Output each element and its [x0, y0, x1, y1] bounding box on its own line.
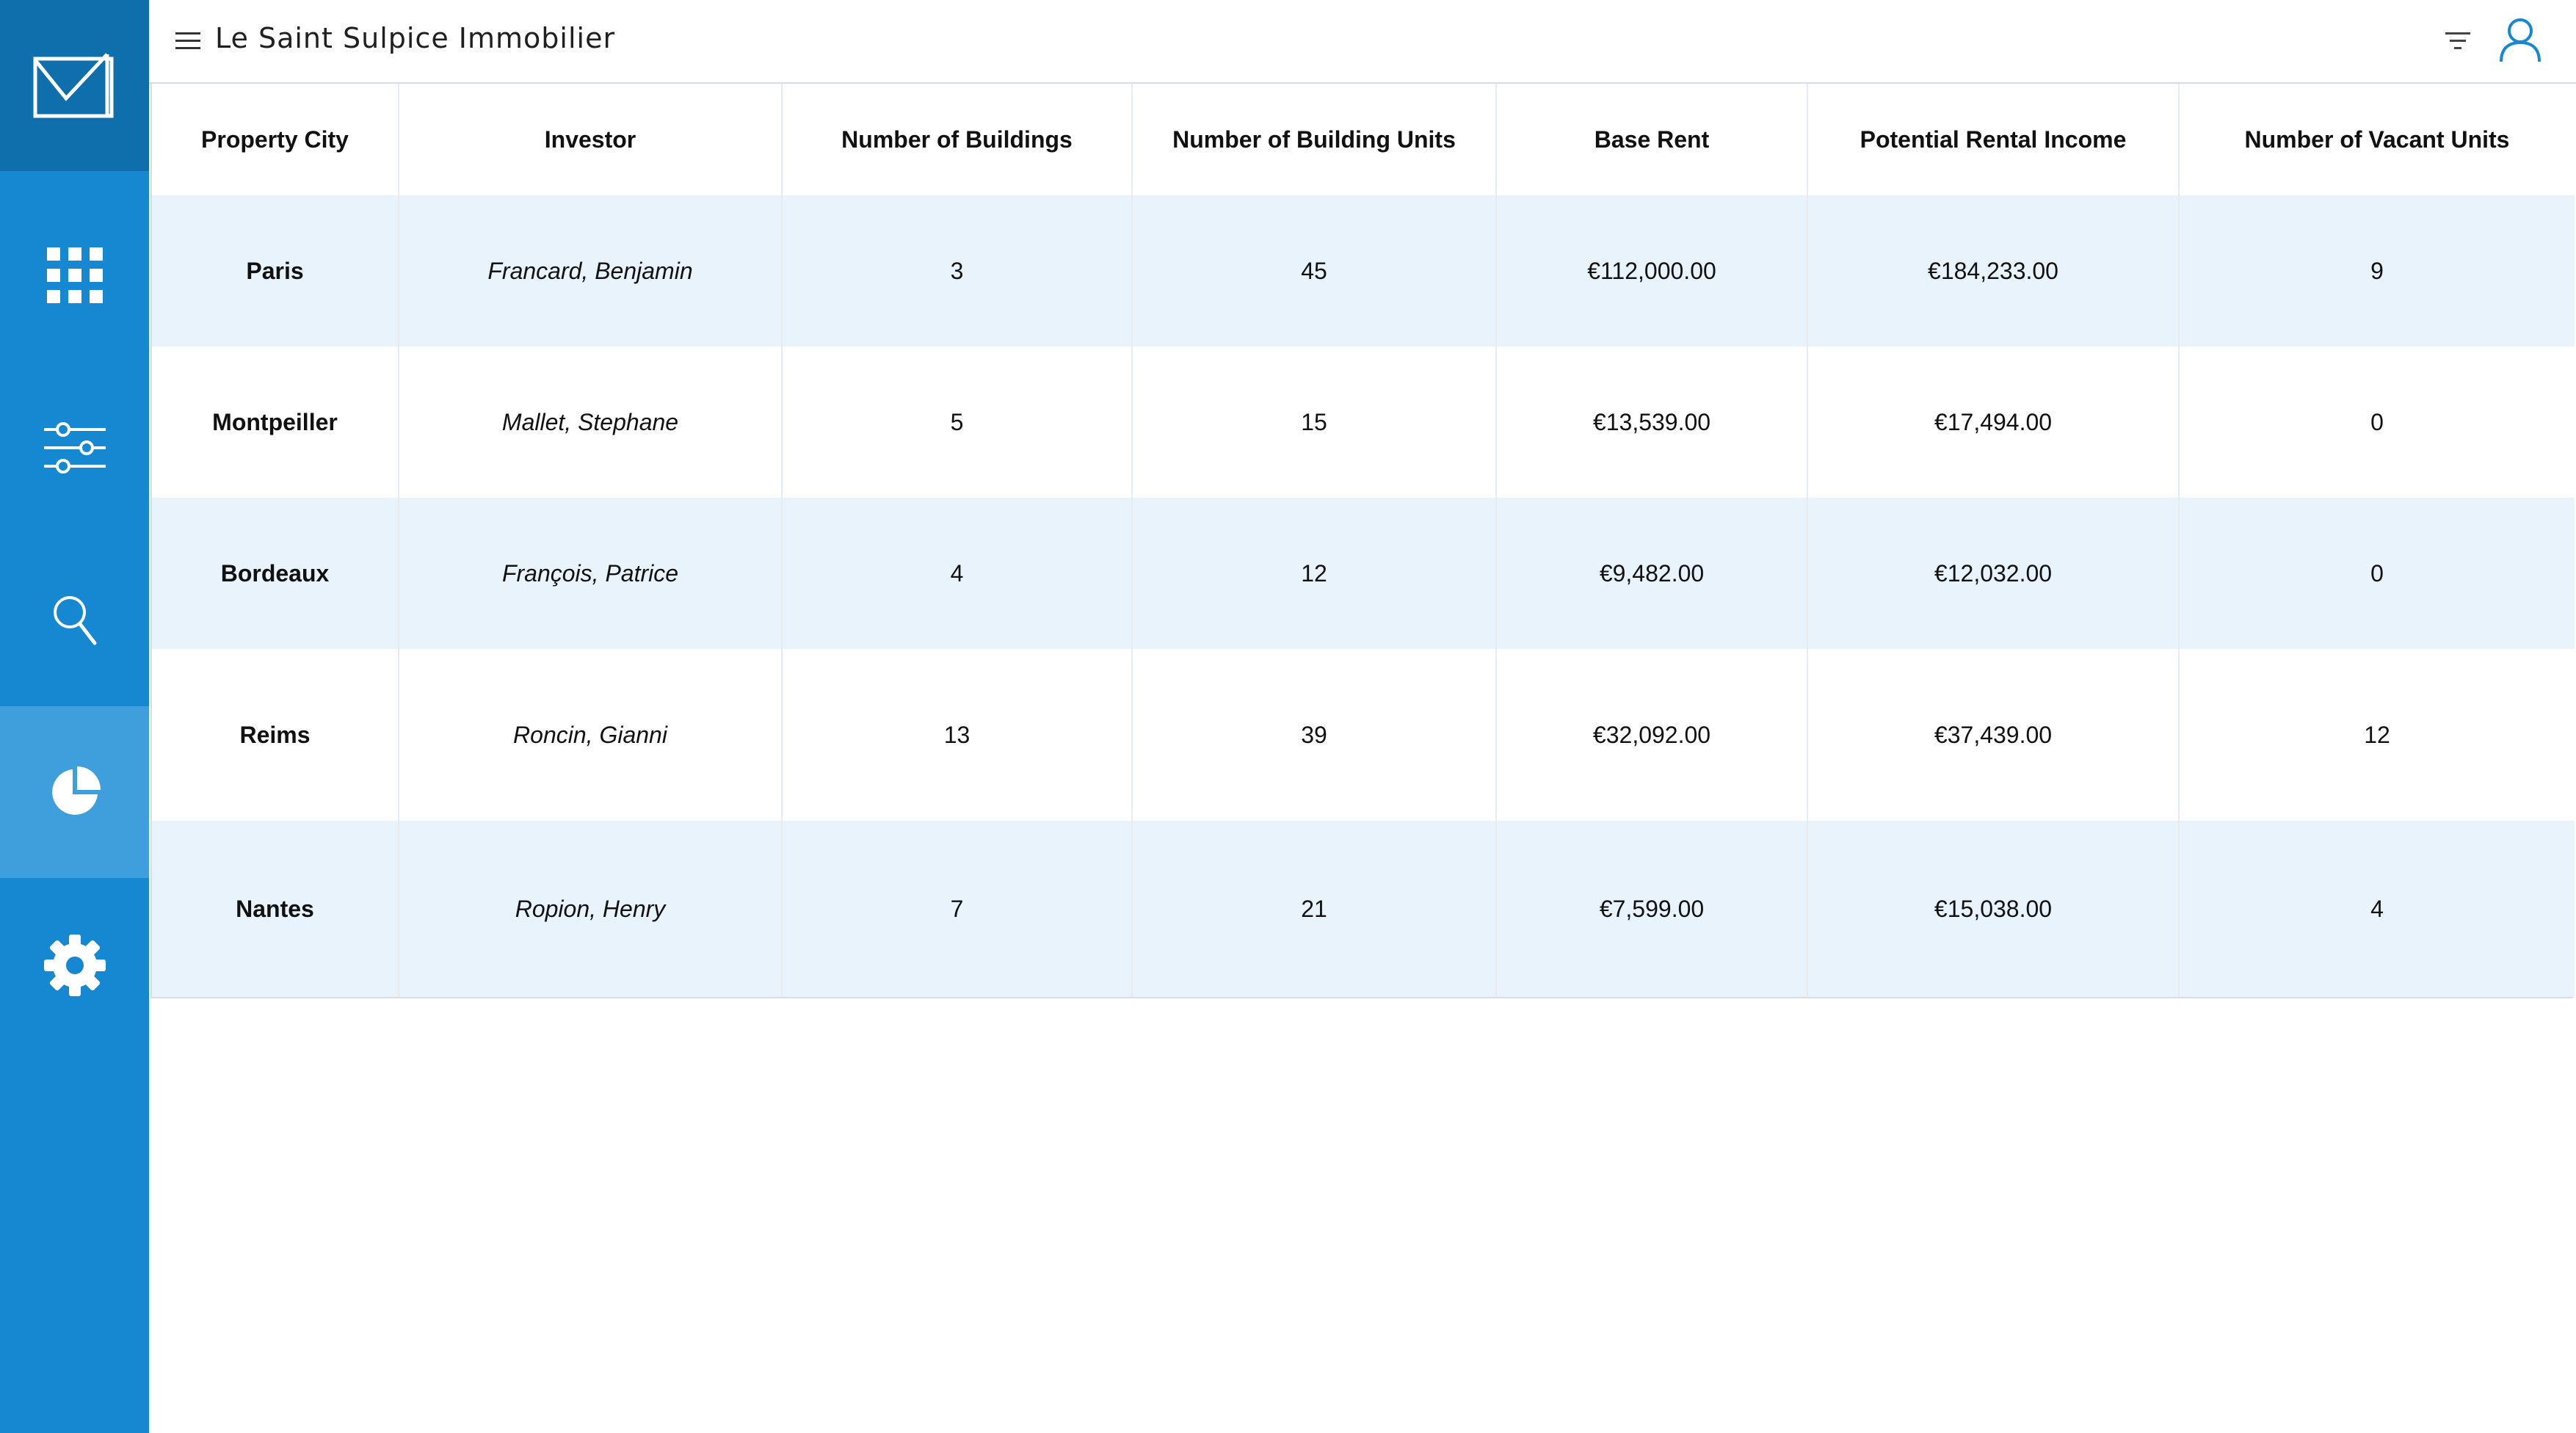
cell-base-rent: €9,482.00	[1496, 498, 1808, 649]
table-row[interactable]: Paris Francard, Benjamin 3 45 €112,000.0…	[152, 195, 2575, 347]
search-icon	[53, 595, 96, 645]
app-title: Le Saint Sulpice Immobilier	[215, 22, 616, 54]
filter-icon[interactable]	[2441, 28, 2475, 54]
cell-number-of-vacant-units: 0	[2179, 498, 2575, 649]
cell-property-city: Bordeaux	[152, 498, 399, 649]
gear-icon	[43, 934, 106, 996]
cell-base-rent: €32,092.00	[1496, 649, 1808, 821]
sidebar-item-filters[interactable]	[0, 362, 149, 533]
sidebar-item-reports[interactable]	[0, 706, 149, 878]
sliders-icon	[43, 421, 106, 474]
table-row[interactable]: Montpeiller Mallet, Stephane 5 15 €13,53…	[152, 347, 2575, 498]
cell-number-of-building-units: 21	[1132, 821, 1497, 997]
cell-number-of-buildings: 4	[782, 498, 1133, 649]
cell-investor: Roncin, Gianni	[399, 649, 783, 821]
cell-base-rent: €7,599.00	[1496, 821, 1808, 997]
table-header: Property City Investor Number of Buildin…	[152, 84, 2575, 195]
sidebar-item-settings[interactable]	[0, 879, 149, 1051]
cell-potential-rental-income: €37,439.00	[1807, 649, 2180, 821]
cell-potential-rental-income: €15,038.00	[1807, 821, 2180, 997]
logo-icon	[33, 52, 113, 117]
cell-investor: Francard, Benjamin	[399, 195, 783, 347]
pie-chart-icon	[51, 766, 101, 815]
property-table: Property City Investor Number of Buildin…	[152, 84, 2575, 997]
cell-number-of-vacant-units: 12	[2179, 649, 2575, 821]
logo[interactable]	[0, 0, 149, 171]
column-header-base-rent[interactable]: Base Rent	[1496, 84, 1808, 195]
cell-number-of-building-units: 15	[1132, 347, 1497, 498]
cell-number-of-buildings: 5	[782, 347, 1133, 498]
top-bar: Le Saint Sulpice Immobilier	[149, 0, 2576, 84]
property-table-container: Property City Investor Number of Buildin…	[150, 84, 2575, 998]
table-header-row: Property City Investor Number of Buildin…	[152, 84, 2575, 195]
cell-number-of-vacant-units: 4	[2179, 821, 2575, 997]
cell-property-city: Reims	[152, 649, 399, 821]
table-row[interactable]: Nantes Ropion, Henry 7 21 €7,599.00 €15,…	[152, 821, 2575, 997]
cell-property-city: Montpeiller	[152, 347, 399, 498]
hamburger-menu-icon[interactable]	[174, 29, 203, 53]
table-row[interactable]: Reims Roncin, Gianni 13 39 €32,092.00 €3…	[152, 649, 2575, 821]
cell-investor: Mallet, Stephane	[399, 347, 783, 498]
cell-base-rent: €13,539.00	[1496, 347, 1808, 498]
app-root: Le Saint Sulpice Immobilier Property Cit…	[0, 0, 2576, 1433]
cell-number-of-vacant-units: 9	[2179, 195, 2575, 347]
cell-number-of-buildings: 3	[782, 195, 1133, 347]
cell-potential-rental-income: €184,233.00	[1807, 195, 2180, 347]
table-row[interactable]: Bordeaux François, Patrice 4 12 €9,482.0…	[152, 498, 2575, 649]
cell-number-of-building-units: 39	[1132, 649, 1497, 821]
cell-base-rent: €112,000.00	[1496, 195, 1808, 347]
cell-number-of-vacant-units: 0	[2179, 347, 2575, 498]
column-header-potential-rental-income[interactable]: Potential Rental Income	[1807, 84, 2180, 195]
user-account-icon[interactable]	[2497, 16, 2544, 63]
cell-property-city: Nantes	[152, 821, 399, 997]
column-header-number-of-buildings[interactable]: Number of Buildings	[782, 84, 1133, 195]
cell-number-of-building-units: 45	[1132, 195, 1497, 347]
cell-number-of-building-units: 12	[1132, 498, 1497, 649]
cell-investor: François, Patrice	[399, 498, 783, 649]
table-body: Paris Francard, Benjamin 3 45 €112,000.0…	[152, 195, 2575, 997]
apps-grid-icon	[46, 247, 103, 303]
cell-property-city: Paris	[152, 195, 399, 347]
cell-potential-rental-income: €17,494.00	[1807, 347, 2180, 498]
cell-investor: Ropion, Henry	[399, 821, 783, 997]
column-header-property-city[interactable]: Property City	[152, 84, 399, 195]
sidebar-item-apps[interactable]	[0, 189, 149, 360]
column-header-number-of-building-units[interactable]: Number of Building Units	[1132, 84, 1497, 195]
sidebar	[0, 0, 149, 1433]
cell-number-of-buildings: 7	[782, 821, 1133, 997]
column-header-investor[interactable]: Investor	[399, 84, 783, 195]
cell-potential-rental-income: €12,032.00	[1807, 498, 2180, 649]
cell-number-of-buildings: 13	[782, 649, 1133, 821]
sidebar-item-search[interactable]	[0, 534, 149, 705]
column-header-number-of-vacant-units[interactable]: Number of Vacant Units	[2179, 84, 2575, 195]
